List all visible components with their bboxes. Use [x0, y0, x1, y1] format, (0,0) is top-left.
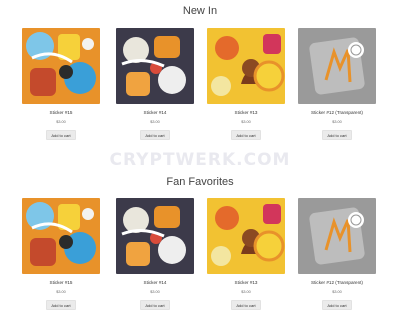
product-price: $3.00 — [150, 120, 160, 124]
product-name[interactable]: Sticker #15 — [22, 280, 100, 285]
product-price: $3.00 — [150, 290, 160, 294]
add-to-cart-button[interactable]: Add to cart — [46, 130, 76, 140]
product-card: Sticker #12 (Transparent) $3.00 Add to c… — [298, 28, 376, 142]
product-price: $3.00 — [241, 120, 251, 124]
add-to-cart-button[interactable]: Add to cart — [140, 130, 170, 140]
product-image-sticker-13[interactable] — [207, 198, 285, 274]
product-card: Sticker #14 $3.00 Add to cart — [116, 198, 194, 312]
section-title-fan-favorites: Fan Favorites — [166, 176, 234, 188]
add-to-cart-button[interactable]: Add to cart — [322, 130, 352, 140]
product-image-sticker-12[interactable] — [298, 28, 376, 104]
product-price: $3.00 — [241, 290, 251, 294]
product-price: $3.00 — [56, 290, 66, 294]
product-name[interactable]: Sticker #15 — [22, 110, 100, 115]
add-to-cart-button[interactable]: Add to cart — [140, 300, 170, 310]
product-price: $3.00 — [332, 120, 342, 124]
product-image-sticker-14[interactable] — [116, 198, 194, 274]
product-image-sticker-12[interactable] — [298, 198, 376, 274]
product-image-sticker-15[interactable] — [22, 198, 100, 274]
product-image-sticker-13[interactable] — [207, 28, 285, 104]
product-price: $3.00 — [332, 290, 342, 294]
product-image-sticker-15[interactable] — [22, 28, 100, 104]
add-to-cart-button[interactable]: Add to cart — [46, 300, 76, 310]
product-name[interactable]: Sticker #12 (Transparent) — [298, 280, 376, 285]
product-card: Sticker #13 $3.00 Add to cart — [207, 198, 285, 312]
product-name[interactable]: Sticker #14 — [116, 110, 194, 115]
section-title-new-in: New In — [182, 5, 218, 17]
add-to-cart-button[interactable]: Add to cart — [231, 300, 261, 310]
product-name[interactable]: Sticker #14 — [116, 280, 194, 285]
product-card: Sticker #14 $3.00 Add to cart — [116, 28, 194, 142]
add-to-cart-button[interactable]: Add to cart — [231, 130, 261, 140]
product-name[interactable]: Sticker #13 — [207, 110, 285, 115]
product-name[interactable]: Sticker #12 (Transparent) — [298, 110, 376, 115]
product-card: Sticker #15 $3.00 Add to cart — [22, 198, 100, 312]
add-to-cart-button[interactable]: Add to cart — [322, 300, 352, 310]
product-price: $3.00 — [56, 120, 66, 124]
product-image-sticker-14[interactable] — [116, 28, 194, 104]
watermark: CRYPTWERK.COM — [109, 150, 291, 170]
product-card: Sticker #13 $3.00 Add to cart — [207, 28, 285, 142]
product-card: Sticker #12 (Transparent) $3.00 Add to c… — [298, 198, 376, 312]
product-card: Sticker #15 $3.00 Add to cart — [22, 28, 100, 142]
product-name[interactable]: Sticker #13 — [207, 280, 285, 285]
